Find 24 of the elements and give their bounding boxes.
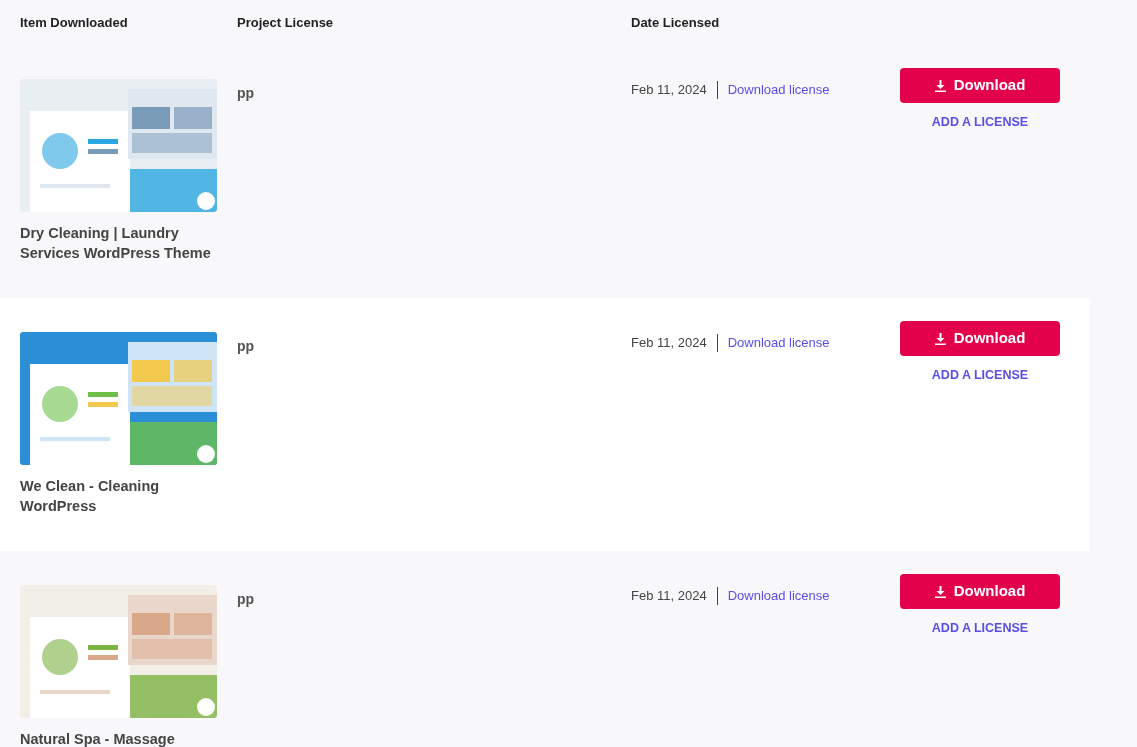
item-title: Natural Spa - Massage — [20, 730, 176, 747]
item-title: Dry Cleaning | Laundry Services WordPress Theme — [20, 224, 212, 263]
download-license-link[interactable]: Download license — [727, 334, 830, 352]
license-date: Feb 11, 2024 — [631, 587, 718, 605]
add-license-link[interactable]: ADD A LICENSE — [931, 619, 1029, 638]
column-header: Date Licensed — [631, 14, 720, 30]
download-icon — [934, 79, 946, 92]
license-date: Feb 11, 2024 — [631, 334, 718, 352]
download-button[interactable]: Download — [900, 574, 1060, 609]
download-license-link[interactable]: Download license — [727, 587, 830, 605]
license-name: pp — [237, 85, 255, 101]
add-license-link[interactable]: ADD A LICENSE — [931, 113, 1029, 132]
download-icon — [934, 332, 946, 345]
column-header: Project License — [237, 14, 334, 30]
license-name: pp — [237, 591, 255, 607]
item-title: We Clean - Cleaning WordPress — [20, 477, 161, 516]
download-icon — [934, 585, 946, 598]
download-button[interactable]: Download — [900, 321, 1060, 356]
column-header: Item Downloaded — [20, 14, 128, 30]
download-license-link[interactable]: Download license — [727, 81, 830, 99]
download-button[interactable]: Download — [900, 68, 1060, 103]
add-license-link[interactable]: ADD A LICENSE — [931, 366, 1029, 385]
license-date: Feb 11, 2024 — [631, 81, 718, 99]
license-name: pp — [237, 338, 255, 354]
